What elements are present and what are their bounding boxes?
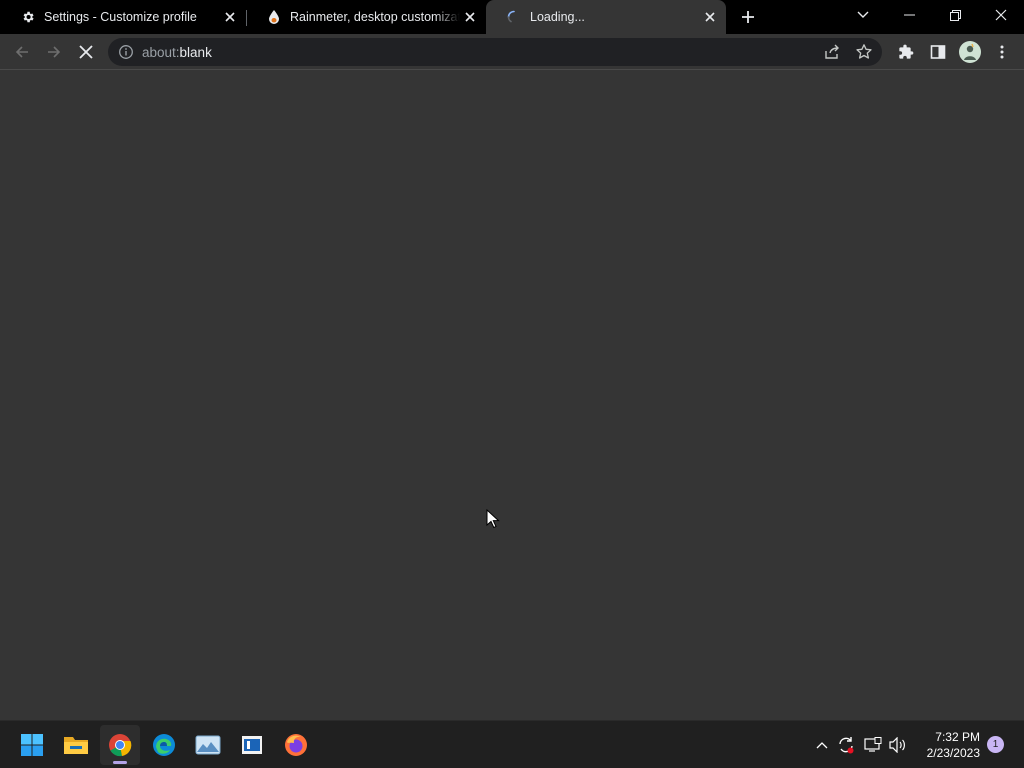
arrow-left-icon — [15, 46, 28, 58]
sync-tray-icon[interactable] — [836, 735, 856, 755]
volume-tray-icon[interactable] — [888, 735, 908, 755]
sync-icon — [839, 737, 854, 754]
arrow-right-icon — [48, 46, 61, 58]
share-icon[interactable] — [823, 43, 841, 61]
tab-rainmeter[interactable]: Rainmeter, desktop customization tool — [246, 0, 486, 34]
extensions-button[interactable] — [892, 38, 920, 66]
loading-spinner-icon — [506, 9, 522, 25]
speaker-icon — [889, 737, 905, 753]
tab-title: Rainmeter, desktop customization tool — [290, 10, 460, 24]
edge-icon — [153, 734, 175, 756]
chrome-icon — [109, 734, 132, 757]
info-icon[interactable] — [118, 44, 134, 60]
browser-toolbar: about:blank — [0, 34, 1024, 70]
file-explorer-icon — [64, 737, 88, 754]
network-tray-icon[interactable] — [863, 735, 883, 755]
start-button[interactable] — [12, 725, 52, 765]
mouse-cursor-icon — [486, 509, 500, 529]
more-vertical-icon — [1000, 45, 1004, 59]
restore-icon — [949, 9, 961, 21]
taskbar-news[interactable] — [232, 725, 272, 765]
close-icon — [995, 9, 1007, 21]
gear-icon — [20, 9, 36, 25]
side-panel-button[interactable] — [924, 38, 952, 66]
minimize-icon — [903, 14, 915, 16]
network-icon — [864, 737, 882, 752]
chevron-up-icon — [816, 742, 828, 749]
side-panel-icon — [930, 45, 946, 59]
stop-loading-button[interactable] — [72, 38, 100, 66]
close-window-button[interactable] — [978, 0, 1024, 30]
tab-title: Settings - Customize profile — [44, 10, 197, 24]
plus-icon — [742, 11, 754, 23]
puzzle-icon — [899, 44, 914, 59]
taskbar-chrome[interactable] — [100, 725, 140, 765]
rainmeter-drop-icon — [266, 9, 282, 25]
back-button[interactable] — [8, 38, 36, 66]
chevron-down-icon — [857, 11, 869, 18]
url-host: blank — [179, 45, 212, 60]
taskbar-file-explorer[interactable] — [56, 725, 96, 765]
windows-start-icon — [21, 734, 43, 756]
taskbar-clock[interactable]: 7:32 PM 2/23/2023 — [910, 729, 980, 761]
show-hidden-icons-button[interactable] — [812, 735, 832, 755]
tab-loading[interactable]: Loading... — [486, 0, 726, 34]
clock-time: 7:32 PM — [935, 730, 980, 744]
active-app-indicator — [113, 761, 127, 764]
photos-icon — [195, 735, 221, 755]
tab-title: Loading... — [530, 10, 585, 24]
firefox-icon — [285, 734, 307, 756]
taskbar-firefox[interactable] — [276, 725, 316, 765]
avatar-icon — [959, 41, 981, 63]
close-tab-icon[interactable] — [460, 7, 480, 27]
tab-search-button[interactable] — [840, 0, 886, 30]
minimize-button[interactable] — [886, 0, 932, 30]
profile-avatar[interactable] — [956, 38, 984, 66]
close-icon — [79, 45, 93, 59]
taskbar-photos[interactable] — [188, 725, 228, 765]
restore-button[interactable] — [932, 0, 978, 30]
chrome-menu-button[interactable] — [988, 38, 1016, 66]
taskbar: 7:32 PM 2/23/2023 1 — [0, 720, 1024, 768]
news-app-icon — [242, 736, 262, 754]
forward-button[interactable] — [40, 38, 68, 66]
notification-badge[interactable]: 1 — [987, 736, 1004, 753]
new-tab-button[interactable] — [736, 5, 760, 29]
address-bar[interactable]: about:blank — [108, 38, 882, 66]
clock-date: 2/23/2023 — [926, 746, 980, 760]
url-text: about:blank — [142, 45, 212, 60]
bookmark-star-icon[interactable] — [855, 43, 873, 61]
url-scheme: about: — [142, 45, 180, 60]
page-content[interactable] — [0, 70, 1024, 720]
tab-strip: Settings - Customize profile Rainmeter, … — [0, 0, 1024, 34]
tab-settings[interactable]: Settings - Customize profile — [0, 0, 246, 34]
close-tab-icon[interactable] — [700, 7, 720, 27]
taskbar-edge[interactable] — [144, 725, 184, 765]
close-tab-icon[interactable] — [220, 7, 240, 27]
